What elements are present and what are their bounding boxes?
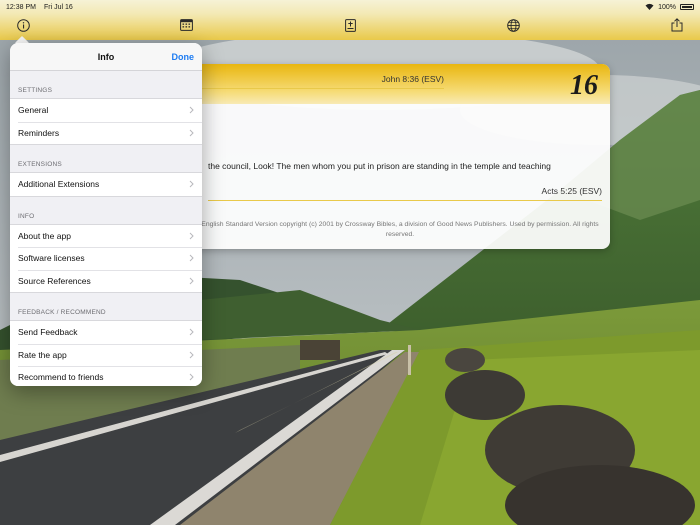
popover-title: Info xyxy=(97,51,115,62)
chevron-right-icon xyxy=(189,328,194,336)
done-button[interactable]: Done xyxy=(172,52,195,62)
menu-item-label: Recommend to friends xyxy=(18,372,104,383)
chevron-right-icon xyxy=(189,180,194,188)
section-header-settings: SETTINGS xyxy=(18,87,53,94)
menu-item-general[interactable]: General xyxy=(10,99,202,122)
menu-item-label: Send Feedback xyxy=(18,327,78,338)
chevron-right-icon xyxy=(189,373,194,381)
menu-item-software-licenses[interactable]: Software licenses xyxy=(10,247,202,270)
chevron-right-icon xyxy=(189,106,194,114)
chevron-right-icon xyxy=(189,129,194,137)
section-header-feedback: FEEDBACK / RECOMMEND xyxy=(18,309,106,316)
menu-item-label: Additional Extensions xyxy=(18,179,100,190)
section-header-extensions: EXTENSIONS xyxy=(18,161,62,168)
menu-item-source-references[interactable]: Source References xyxy=(10,269,202,293)
status-time: 12:38 PM xyxy=(6,3,36,11)
calendar-icon[interactable] xyxy=(179,18,193,32)
menu-item-rate-the-app[interactable]: Rate the app xyxy=(10,343,202,367)
menu-item-label: Software licenses xyxy=(18,253,85,264)
chevron-right-icon xyxy=(189,232,194,240)
globe-icon[interactable] xyxy=(506,18,520,32)
share-icon[interactable] xyxy=(670,18,684,32)
menu-item-additional-extensions[interactable]: Additional Extensions xyxy=(10,173,202,196)
info-popover: Info Done SETTINGS General Reminders EXT… xyxy=(10,43,202,386)
bible-icon[interactable] xyxy=(343,18,357,32)
menu-item-label: About the app xyxy=(18,230,71,241)
extensions-group: Additional Extensions xyxy=(10,172,202,197)
popover-header: Info Done xyxy=(10,43,202,71)
menu-item-recommend-to-friends[interactable]: Recommend to friends xyxy=(10,366,202,386)
status-date: Fri Jul 16 xyxy=(43,3,73,11)
menu-item-about-the-app[interactable]: About the app xyxy=(10,225,202,248)
menu-item-label: Reminders xyxy=(18,127,60,138)
menu-item-reminders[interactable]: Reminders xyxy=(10,121,202,145)
chevron-right-icon xyxy=(189,351,194,359)
battery-percent: 100% xyxy=(658,3,676,11)
section-header-info: INFO xyxy=(18,212,35,220)
menu-item-label: Rate the app xyxy=(18,349,67,360)
menu-item-send-feedback[interactable]: Send Feedback xyxy=(10,321,202,344)
menu-item-label: General xyxy=(18,105,49,116)
chevron-right-icon xyxy=(189,254,194,262)
info-group: About the app Software licenses Source R… xyxy=(10,223,202,293)
chevron-right-icon xyxy=(189,277,194,285)
day-number: 16 xyxy=(570,70,598,101)
battery-icon xyxy=(680,4,694,10)
menu-item-label: Source References xyxy=(18,275,91,286)
feedback-group: Send Feedback Rate the app Recommend to … xyxy=(10,320,202,386)
copyright-text: English Standard Version copyright (c) 2… xyxy=(201,221,599,238)
wifi-icon xyxy=(645,3,654,12)
settings-group: General Reminders xyxy=(10,98,202,145)
info-icon[interactable] xyxy=(16,18,30,32)
status-bar: 12:38 PM Fri Jul 16 100% xyxy=(0,0,700,14)
verse-divider xyxy=(208,200,602,201)
